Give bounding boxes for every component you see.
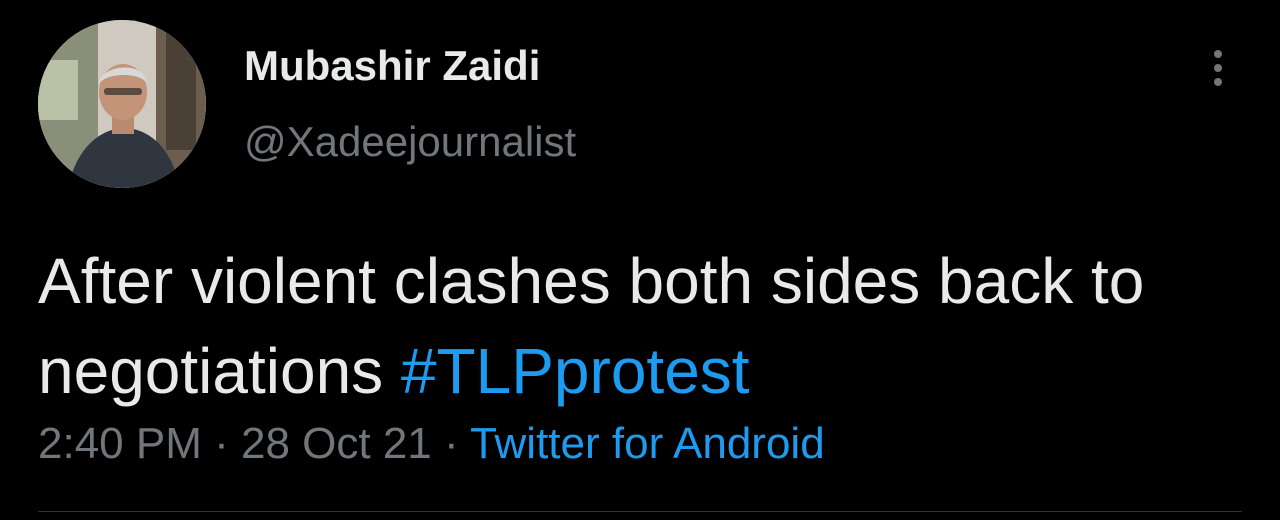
avatar-photo (38, 20, 206, 188)
meta-separator: · (431, 419, 471, 468)
display-name[interactable]: Mubashir Zaidi (244, 42, 540, 90)
divider (38, 511, 1242, 512)
source-link[interactable]: Twitter for Android (470, 419, 825, 468)
more-options-button[interactable] (1196, 44, 1240, 92)
tweet-meta: 2:40 PM · 28 Oct 21 · Twitter for Androi… (38, 418, 825, 470)
more-vertical-icon (1214, 50, 1222, 58)
tweet-text: After violent clashes both sides back to… (38, 236, 1238, 416)
hashtag-link[interactable]: #TLPprotest (401, 335, 750, 407)
more-vertical-icon-dot (1214, 64, 1222, 72)
tweet-time[interactable]: 2:40 PM (38, 419, 202, 468)
avatar[interactable] (38, 20, 206, 188)
tweet-date[interactable]: 28 Oct 21 (241, 419, 432, 468)
tweet-card: Mubashir Zaidi @Xadeejournalist After vi… (0, 0, 1280, 520)
user-handle[interactable]: @Xadeejournalist (244, 118, 576, 166)
meta-separator: · (201, 419, 241, 468)
more-vertical-icon-dot (1214, 78, 1222, 86)
